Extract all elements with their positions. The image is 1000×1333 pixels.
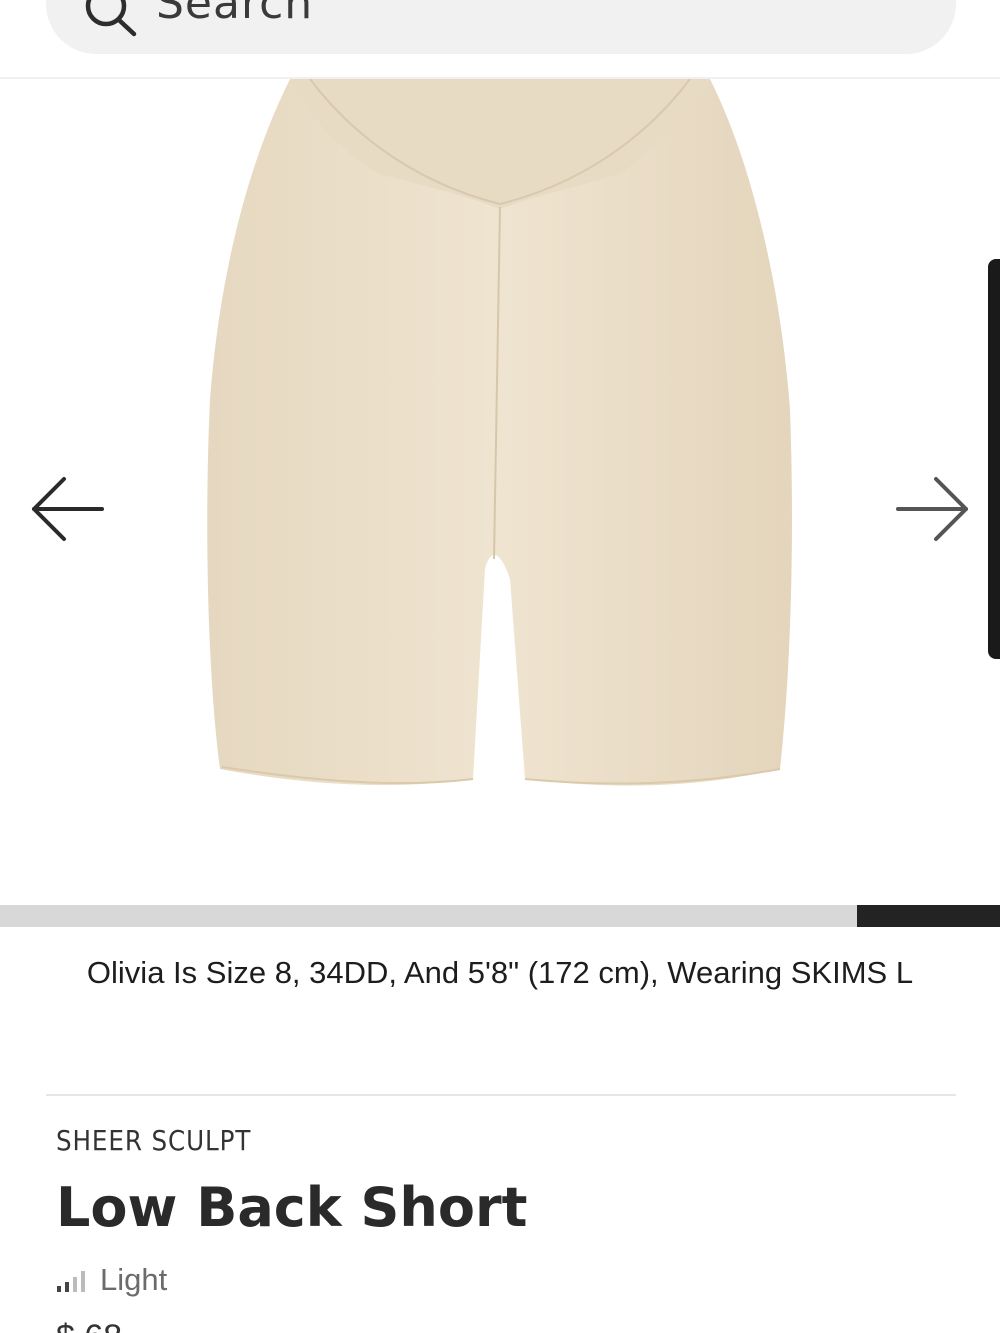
carousel-progress-fill [857,905,1000,927]
signal-bars-icon [57,1271,85,1292]
arrow-left-icon[interactable] [28,469,108,549]
search-bar[interactable]: Search [46,0,956,54]
carousel-progress-track [0,905,1000,927]
product-image[interactable] [190,79,810,799]
product-title: Low Back Short [56,1176,528,1239]
support-level: Light [56,1262,167,1298]
search-placeholder[interactable]: Search [156,0,313,29]
arrow-right-icon[interactable] [892,469,972,549]
section-divider [46,1094,956,1096]
search-icon [85,0,137,37]
product-image-carousel[interactable] [0,79,1000,905]
product-price: $ 68 [56,1318,122,1333]
side-drawer-handle[interactable] [988,259,1000,659]
model-size-caption: Olivia Is Size 8, 34DD, And 5'8" (172 cm… [86,955,914,990]
collection-name[interactable]: SHEER SCULPT [56,1124,251,1157]
support-level-label: Light [100,1262,168,1297]
product-page: Search Olivia Is Size 8, 34DD, And 5'8" … [0,0,1000,1333]
